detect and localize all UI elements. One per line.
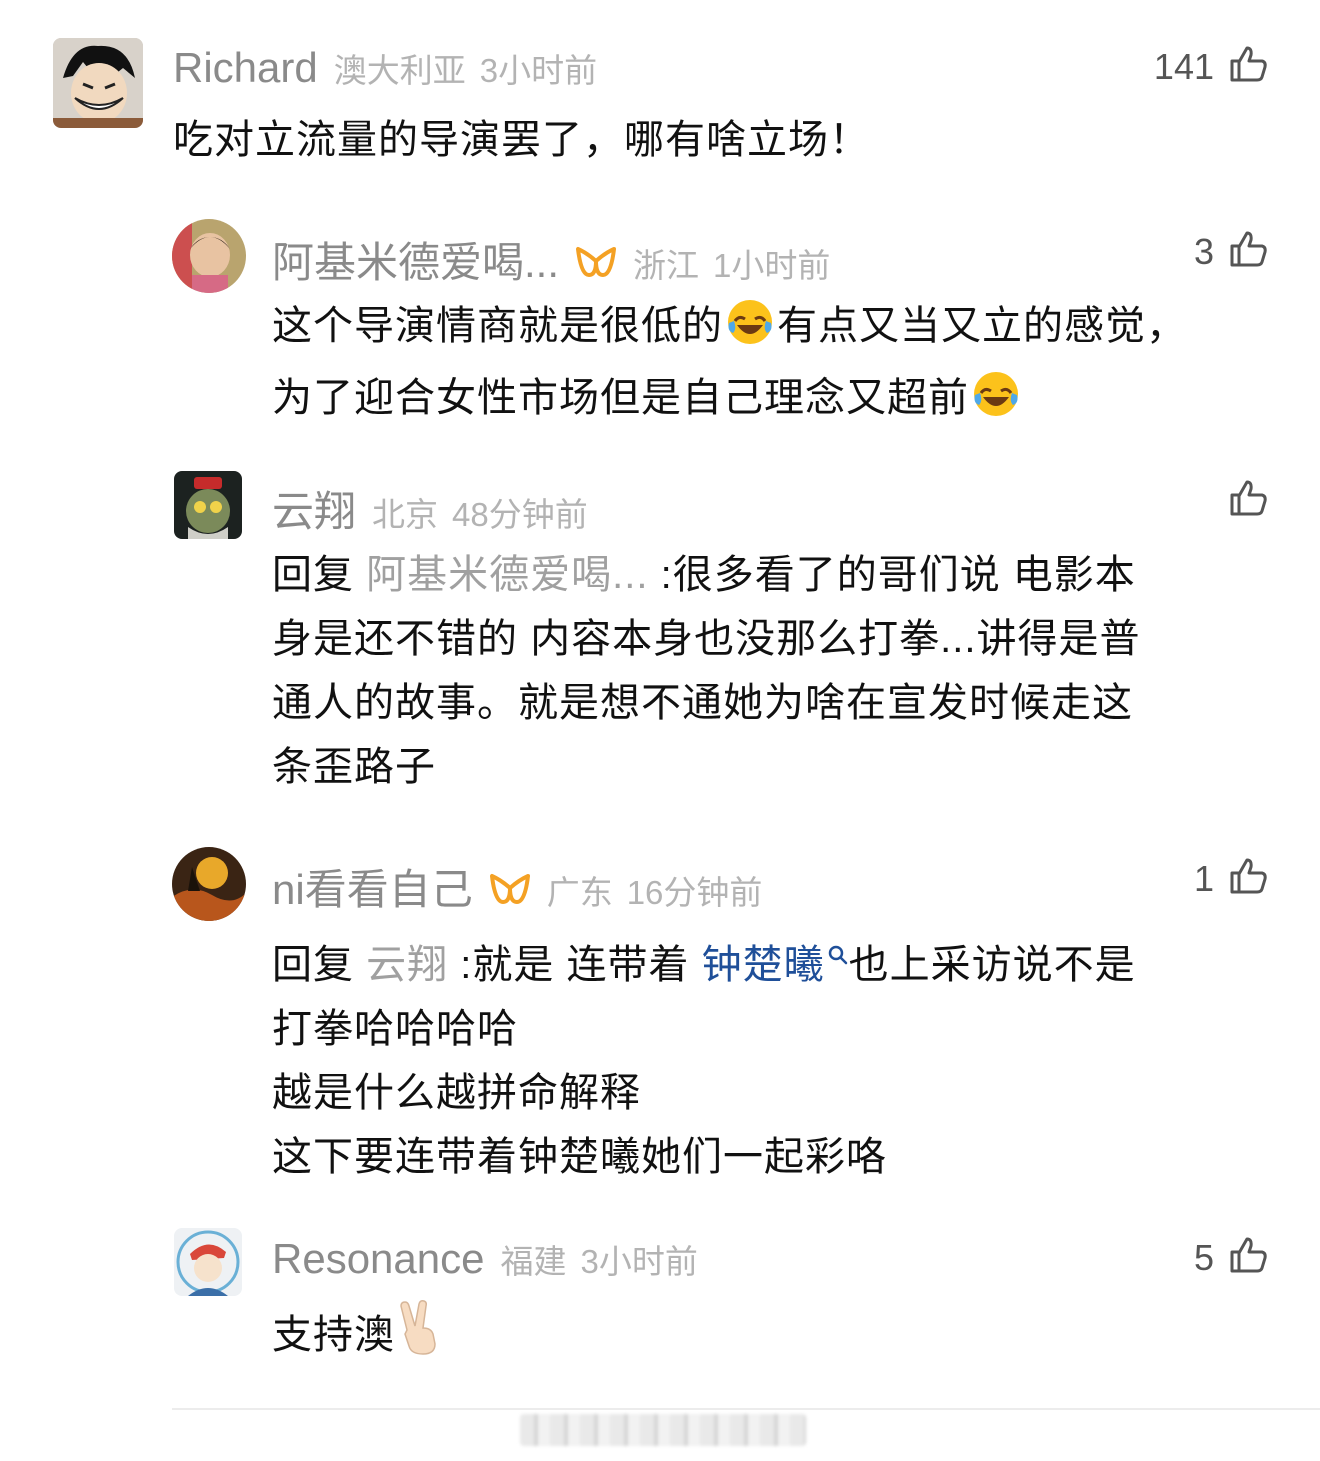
avatar[interactable] [174,471,242,539]
thumbs-up-icon[interactable] [1228,229,1268,274]
reply-prefix: 回复 [272,553,354,597]
like-button[interactable] [1228,478,1268,523]
thumbs-up-icon[interactable] [1228,1235,1268,1280]
location: 澳大利亚 [333,52,466,89]
username[interactable]: ni看看自己 [272,856,473,917]
like-button[interactable]: 1 [1194,856,1268,901]
like-button[interactable]: 141 [1154,44,1268,89]
like-count: 141 [1153,45,1214,87]
like-button[interactable]: 3 [1194,229,1268,274]
username[interactable]: Richard [173,44,318,92]
like-button[interactable]: 5 [1194,1235,1268,1280]
like-count: 1 [1193,857,1214,899]
crying-laughing-emoji [725,297,775,366]
location: 广东 [546,874,613,911]
like-count: 5 [1193,1236,1214,1278]
avatar[interactable] [172,847,246,921]
comment-text: 这个导演情商就是很低的 有点又当又立的感觉， 为了迎合女性市场但是自己理念又超前 [272,294,1187,438]
comment-header: 阿基米德爱喝... 浙江 1小时前 [272,229,830,290]
username[interactable]: 阿基米德爱喝... [272,229,559,290]
vip-badge-icon [575,245,617,286]
timestamp: 3小时前 [580,1243,698,1280]
thumbs-up-icon[interactable] [1228,44,1268,89]
location: 北京 [372,496,439,533]
timestamp: 3小时前 [479,52,598,89]
avatar[interactable] [172,219,246,293]
vip-badge-icon [489,872,531,913]
search-icon[interactable] [827,921,849,985]
divider [172,1408,1320,1410]
avatar[interactable] [53,38,143,128]
reply-to-user[interactable]: 云翔 [366,943,448,987]
username[interactable]: Resonance [272,1235,484,1283]
comment-header: 云翔 北京 48分钟前 [272,478,588,539]
thumbs-up-icon[interactable] [1228,856,1268,901]
like-count: 3 [1193,230,1214,272]
thumbs-up-icon[interactable] [1228,478,1268,523]
avatar[interactable] [174,1228,242,1296]
reply-prefix: 回复 [272,943,354,987]
timestamp: 16分钟前 [626,874,763,911]
comment-header: Resonance 福建 3小时前 [272,1235,698,1283]
location: 福建 [500,1243,567,1280]
location: 浙江 [633,247,700,284]
timestamp: 48分钟前 [452,496,588,533]
comment-text: 支持澳 [272,1300,443,1375]
crying-laughing-emoji [971,369,1021,438]
comment-text: 吃对立流量的导演罢了，哪有啥立场！ [173,118,870,162]
victory-hand-emoji [397,1300,441,1375]
search-link[interactable]: 钟楚曦 [702,943,825,987]
timestamp: 1小时前 [713,247,831,284]
blurred-watermark [520,1414,806,1446]
comment-header: ni看看自己 广东 16分钟前 [272,856,762,917]
comment-header: Richard 澳大利亚 3小时前 [173,44,597,92]
username[interactable]: 云翔 [272,478,356,539]
reply-to-user[interactable]: 阿基米德爱喝... [366,553,648,597]
comment-text: 回复 云翔 :就是 连带着 钟楚曦 也上采访说不是 打拳哈哈哈哈 越是什么越拼命解… [272,921,1136,1189]
comment-text: 回复 阿基米德爱喝... :很多看了的哥们说 电影本 身是还不错的 内容本身也没… [272,553,1141,789]
